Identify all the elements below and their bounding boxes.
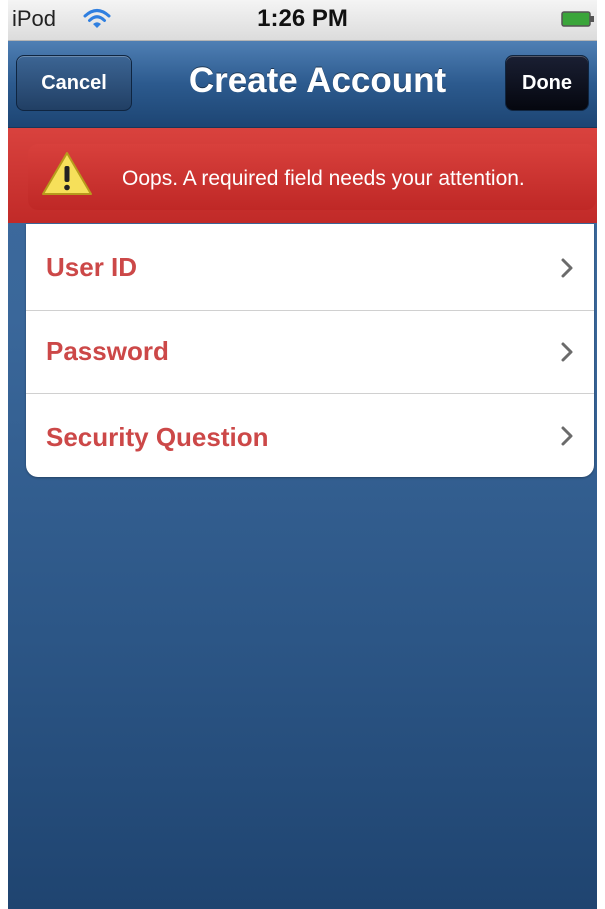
user-id-label: User ID xyxy=(46,252,138,282)
account-form-list: User ID Password Security Question xyxy=(26,224,594,477)
user-id-row[interactable]: User ID xyxy=(26,224,594,311)
status-bar: iPod 1:26 PM xyxy=(8,0,597,41)
app-screen: iPod 1:26 PM Cancel Create Account Done … xyxy=(8,0,597,909)
cancel-button[interactable]: Cancel xyxy=(16,55,132,111)
chevron-right-icon xyxy=(561,342,573,362)
warning-icon xyxy=(42,152,92,195)
status-time: 1:26 PM xyxy=(257,5,348,32)
security-question-row[interactable]: Security Question xyxy=(26,394,594,477)
page-title: Create Account xyxy=(188,61,447,100)
error-message: Oops. A required field needs your attent… xyxy=(122,167,525,190)
password-label: Password xyxy=(46,336,169,366)
battery-icon xyxy=(561,11,594,27)
chevron-right-icon xyxy=(561,258,573,278)
navigation-bar: Cancel Create Account Done xyxy=(8,41,597,128)
chevron-right-icon xyxy=(561,426,573,446)
password-row[interactable]: Password xyxy=(26,311,594,394)
security-question-label: Security Question xyxy=(46,422,269,452)
done-button[interactable]: Done xyxy=(505,55,589,111)
